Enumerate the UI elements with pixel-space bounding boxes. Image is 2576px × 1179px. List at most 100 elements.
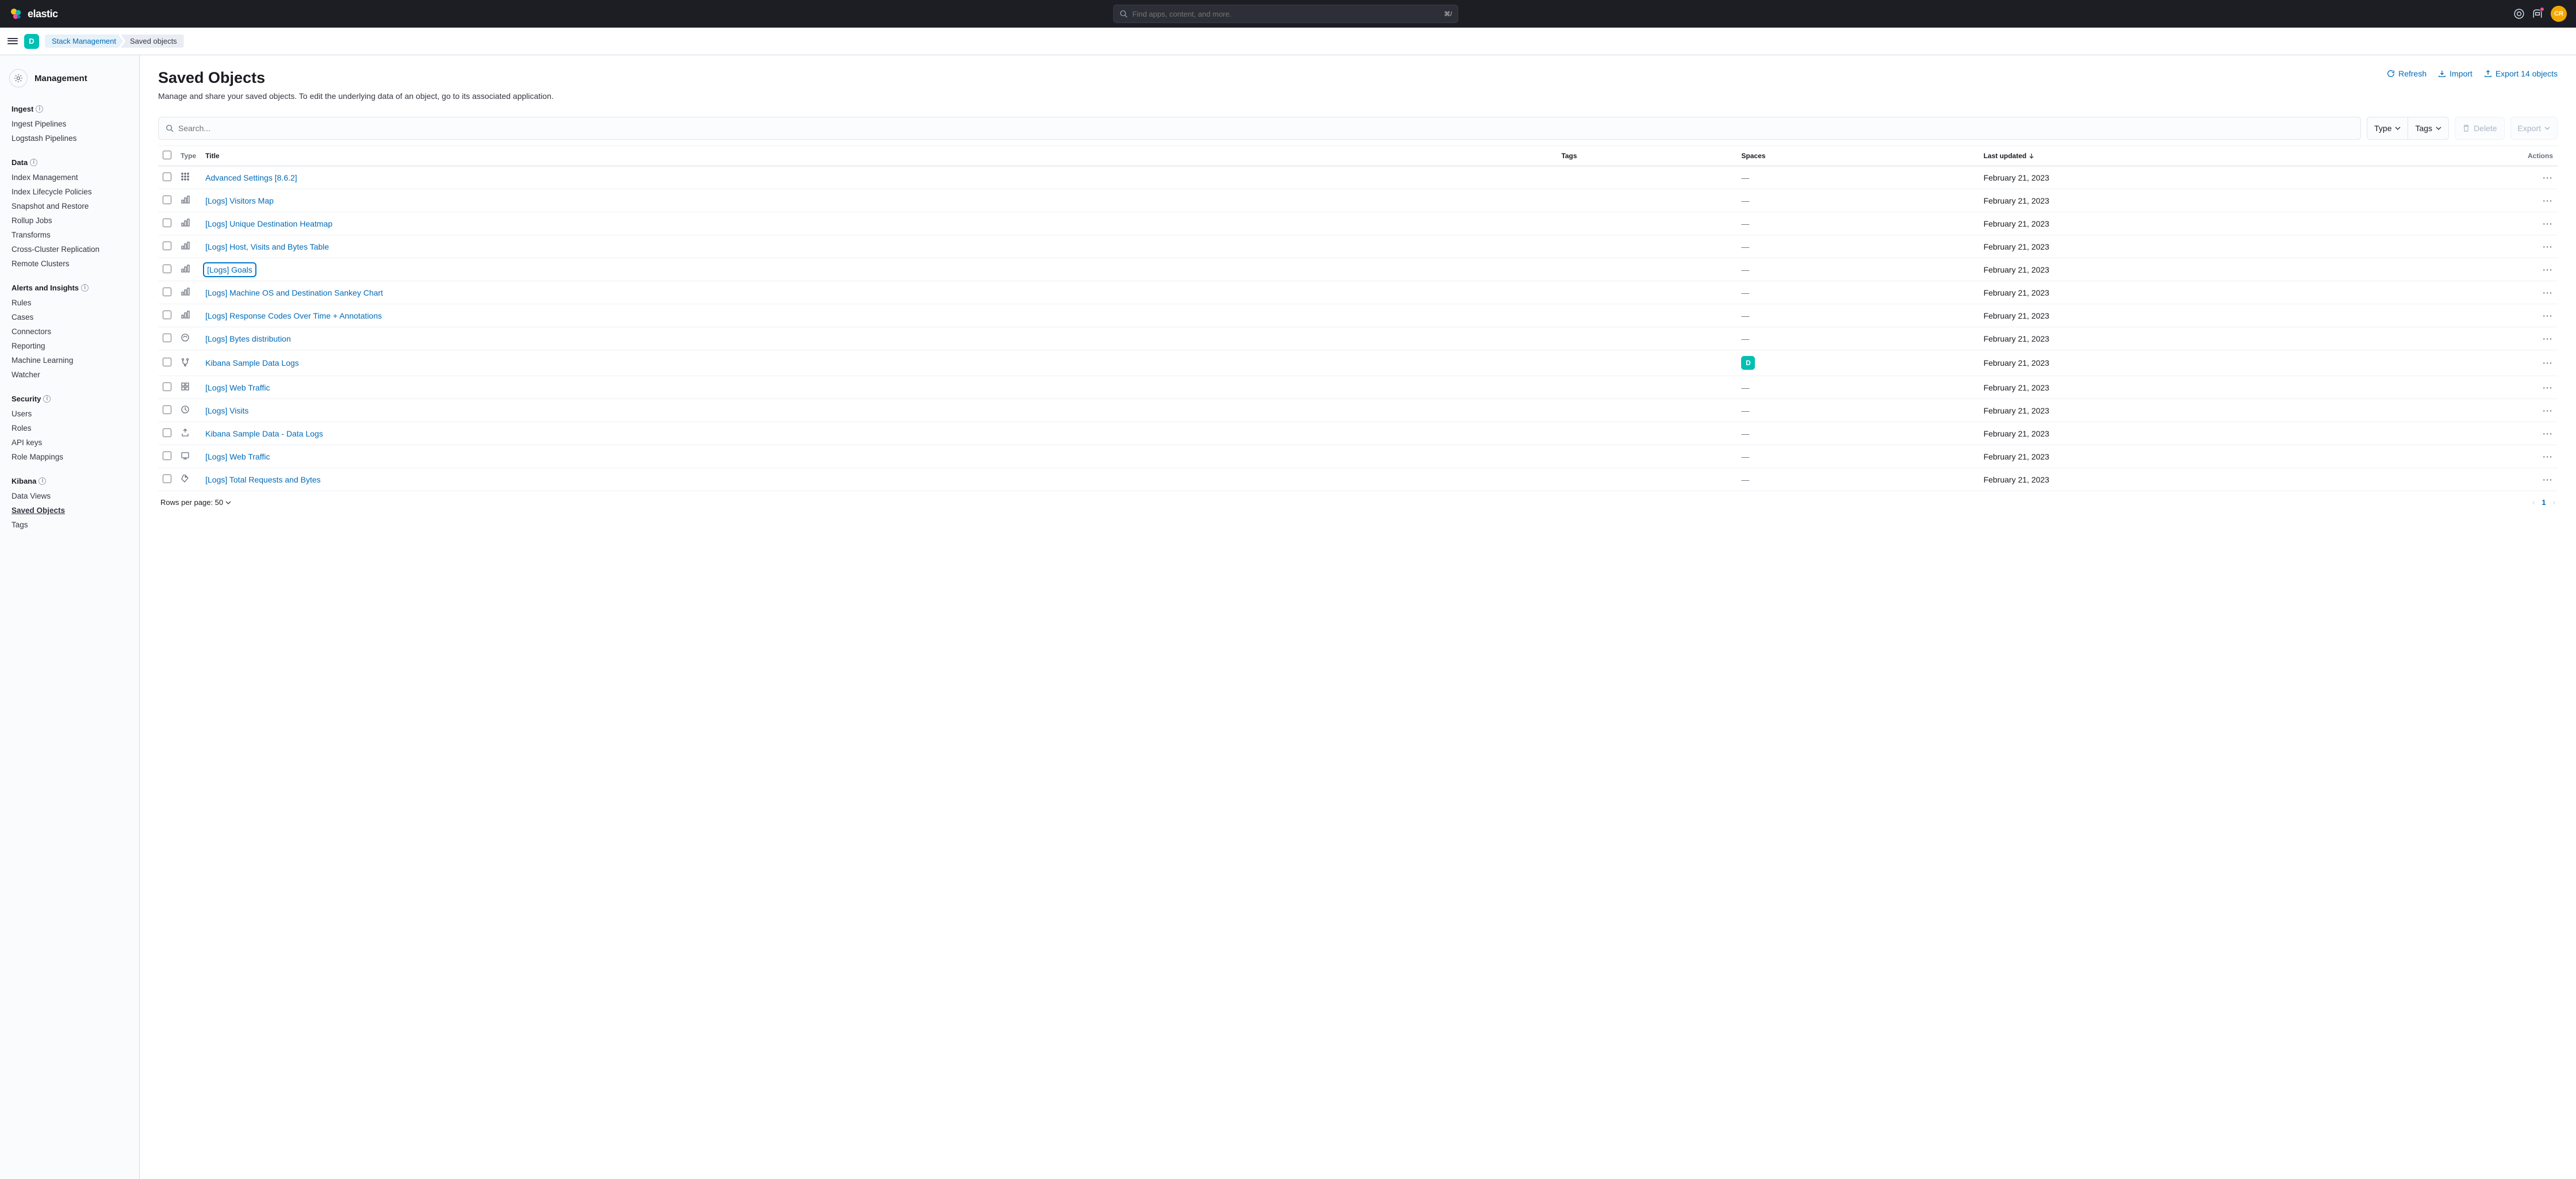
global-search-input[interactable] <box>1132 10 1439 18</box>
row-spaces[interactable]: — <box>1736 445 1979 468</box>
row-actions-menu[interactable]: ∙∙∙ <box>2543 265 2553 274</box>
sidebar-item[interactable]: Role Mappings <box>0 450 139 464</box>
user-avatar[interactable]: CR <box>2551 6 2567 22</box>
row-spaces[interactable]: D <box>1736 350 1979 376</box>
row-checkbox[interactable] <box>163 219 171 227</box>
row-title-link[interactable]: Advanced Settings [8.6.2] <box>205 173 297 182</box>
sidebar-item[interactable]: Cases <box>0 310 139 324</box>
sidebar-item[interactable]: API keys <box>0 435 139 450</box>
refresh-button[interactable]: Refresh <box>2387 69 2426 78</box>
row-actions-menu[interactable]: ∙∙∙ <box>2543 173 2553 182</box>
row-title-link[interactable]: [Logs] Bytes distribution <box>205 334 291 343</box>
row-title-link[interactable]: Kibana Sample Data Logs <box>205 358 299 368</box>
sidebar-item[interactable]: Connectors <box>0 324 139 339</box>
row-spaces[interactable]: — <box>1736 258 1979 281</box>
row-actions-menu[interactable]: ∙∙∙ <box>2543 311 2553 320</box>
row-title-link[interactable]: Kibana Sample Data - Data Logs <box>205 429 323 438</box>
page-number[interactable]: 1 <box>2542 498 2546 507</box>
sidebar-item[interactable]: Data Views <box>0 489 139 503</box>
global-search[interactable]: ⌘/ <box>1113 5 1458 23</box>
row-spaces[interactable]: — <box>1736 399 1979 422</box>
table-search-input[interactable] <box>178 124 2353 133</box>
prev-page[interactable]: ‹ <box>2532 498 2535 507</box>
info-icon[interactable]: i <box>39 477 46 485</box>
col-spaces[interactable]: Spaces <box>1736 146 1979 166</box>
row-title-link[interactable]: [Logs] Machine OS and Destination Sankey… <box>205 288 383 297</box>
breadcrumb-stack-management[interactable]: Stack Management <box>45 35 123 48</box>
row-checkbox[interactable] <box>163 196 171 204</box>
row-spaces[interactable]: — <box>1736 235 1979 258</box>
row-title-link[interactable]: [Logs] Response Codes Over Time + Annota… <box>205 311 382 320</box>
row-actions-menu[interactable]: ∙∙∙ <box>2543 358 2553 368</box>
row-checkbox[interactable] <box>163 334 171 342</box>
row-checkbox[interactable] <box>163 382 171 391</box>
select-all-checkbox[interactable] <box>163 151 171 159</box>
row-checkbox[interactable] <box>163 358 171 366</box>
row-title-link[interactable]: [Logs] Unique Destination Heatmap <box>205 219 332 228</box>
row-spaces[interactable]: — <box>1736 304 1979 327</box>
sidebar-item[interactable]: Logstash Pipelines <box>0 131 139 146</box>
row-spaces[interactable]: — <box>1736 166 1979 189</box>
row-checkbox[interactable] <box>163 311 171 319</box>
row-checkbox[interactable] <box>163 242 171 250</box>
sidebar-item[interactable]: Ingest Pipelines <box>0 117 139 131</box>
row-spaces[interactable]: — <box>1736 189 1979 212</box>
sidebar-item[interactable]: Tags <box>0 518 139 532</box>
row-title-link[interactable]: [Logs] Host, Visits and Bytes Table <box>205 242 329 251</box>
row-title-link[interactable]: [Logs] Visitors Map <box>205 196 274 205</box>
row-title-link[interactable]: [Logs] Goals <box>205 265 254 275</box>
row-spaces[interactable]: — <box>1736 422 1979 445</box>
help-icon[interactable] <box>2514 9 2524 19</box>
col-last-updated[interactable]: Last updated <box>1979 146 2523 166</box>
space-badge[interactable]: D <box>24 34 39 49</box>
info-icon[interactable]: i <box>81 284 89 292</box>
row-title-link[interactable]: [Logs] Web Traffic <box>205 452 270 461</box>
newsfeed-icon[interactable] <box>2532 9 2543 19</box>
row-actions-menu[interactable]: ∙∙∙ <box>2543 219 2553 228</box>
row-checkbox[interactable] <box>163 265 171 273</box>
sidebar-item[interactable]: Remote Clusters <box>0 257 139 271</box>
import-button[interactable]: Import <box>2438 69 2472 78</box>
sidebar-item[interactable]: Index Lifecycle Policies <box>0 185 139 199</box>
nav-toggle-icon[interactable] <box>7 36 18 47</box>
row-checkbox[interactable] <box>163 405 171 414</box>
row-title-link[interactable]: [Logs] Total Requests and Bytes <box>205 475 321 484</box>
row-checkbox[interactable] <box>163 288 171 296</box>
sidebar-item[interactable]: Cross-Cluster Replication <box>0 242 139 257</box>
row-spaces[interactable]: — <box>1736 281 1979 304</box>
info-icon[interactable]: i <box>43 395 51 403</box>
sidebar-item[interactable]: Reporting <box>0 339 139 353</box>
next-page[interactable]: › <box>2553 498 2555 507</box>
export-all-button[interactable]: Export 14 objects <box>2484 69 2558 78</box>
type-filter[interactable]: Type <box>2367 117 2408 140</box>
row-title-link[interactable]: [Logs] Web Traffic <box>205 383 270 392</box>
row-spaces[interactable]: — <box>1736 376 1979 399</box>
sidebar-item[interactable]: Index Management <box>0 170 139 185</box>
row-actions-menu[interactable]: ∙∙∙ <box>2543 242 2553 251</box>
table-search[interactable] <box>158 117 2361 140</box>
tags-filter[interactable]: Tags <box>2408 117 2449 140</box>
row-checkbox[interactable] <box>163 474 171 483</box>
row-actions-menu[interactable]: ∙∙∙ <box>2543 429 2553 438</box>
sidebar-item[interactable]: Users <box>0 407 139 421</box>
info-icon[interactable]: i <box>36 105 43 113</box>
col-title[interactable]: Title <box>201 146 1557 166</box>
sidebar-item[interactable]: Rollup Jobs <box>0 213 139 228</box>
sidebar-item[interactable]: Saved Objects <box>0 503 139 518</box>
row-actions-menu[interactable]: ∙∙∙ <box>2543 196 2553 205</box>
info-icon[interactable]: i <box>30 159 37 166</box>
logo[interactable]: elastic <box>9 7 58 21</box>
col-type[interactable]: Type <box>176 146 201 166</box>
sidebar-item[interactable]: Machine Learning <box>0 353 139 368</box>
row-actions-menu[interactable]: ∙∙∙ <box>2543 452 2553 461</box>
row-spaces[interactable]: — <box>1736 468 1979 491</box>
col-tags[interactable]: Tags <box>1557 146 1736 166</box>
sidebar-item[interactable]: Roles <box>0 421 139 435</box>
row-title-link[interactable]: [Logs] Visits <box>205 406 248 415</box>
row-actions-menu[interactable]: ∙∙∙ <box>2543 288 2553 297</box>
sidebar-item[interactable]: Snapshot and Restore <box>0 199 139 213</box>
row-actions-menu[interactable]: ∙∙∙ <box>2543 406 2553 415</box>
row-actions-menu[interactable]: ∙∙∙ <box>2543 475 2553 484</box>
row-checkbox[interactable] <box>163 173 171 181</box>
row-actions-menu[interactable]: ∙∙∙ <box>2543 383 2553 392</box>
